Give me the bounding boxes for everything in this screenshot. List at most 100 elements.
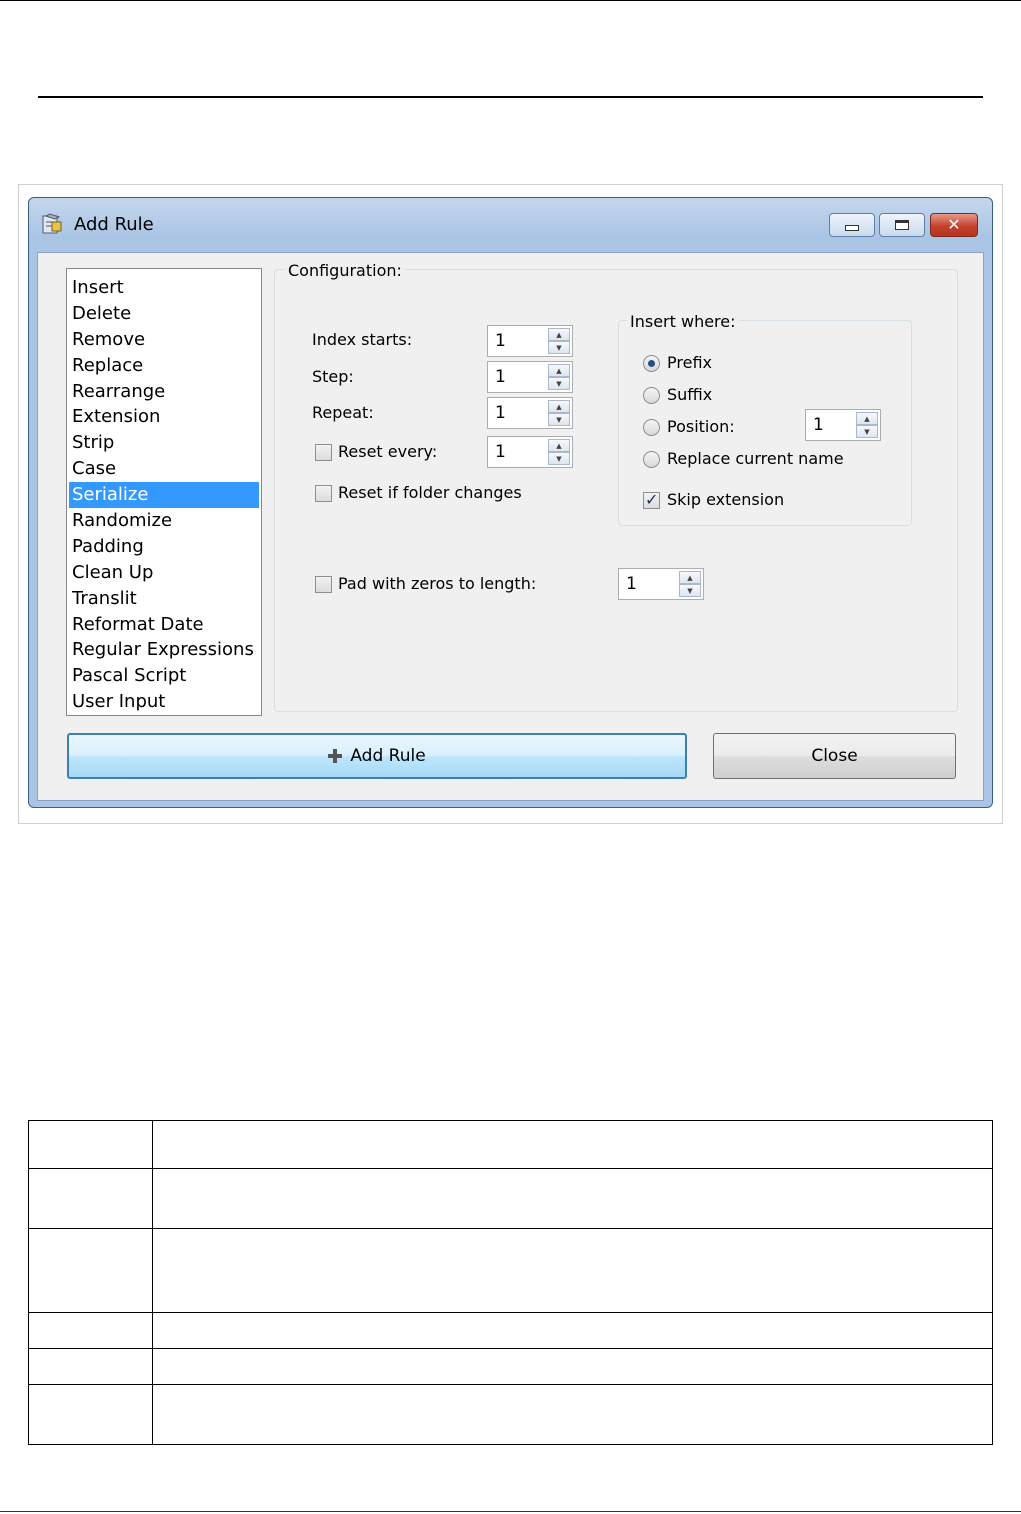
spin-up-icon[interactable]: ▲ (548, 439, 570, 452)
table-row (28, 1384, 993, 1445)
minimize-button[interactable] (829, 213, 875, 237)
position-value: 1 (813, 415, 824, 435)
rule-list-item[interactable]: Insert (67, 275, 261, 301)
add-rule-button-label: Add Rule (350, 746, 426, 766)
close-button-label: Close (811, 746, 858, 766)
title-bar[interactable]: Add Rule ✕ (29, 198, 992, 252)
table-cell (28, 1228, 153, 1313)
reset-every-value: 1 (495, 442, 506, 462)
rule-list-item[interactable]: Padding (67, 534, 261, 560)
table-cell (28, 1312, 153, 1349)
repeat-spinner[interactable]: 1 ▲ ▼ (487, 397, 573, 429)
radio-selected-dot (648, 360, 655, 367)
repeat-label: Repeat: (312, 403, 374, 422)
prefix-label: Prefix (667, 353, 712, 372)
spin-down-icon[interactable]: ▼ (856, 425, 878, 438)
checkmark-icon: ✓ (645, 490, 659, 509)
rule-list-item[interactable]: Regular Expressions (67, 637, 261, 663)
index-starts-spinner[interactable]: 1 ▲ ▼ (487, 325, 573, 357)
rule-list-item[interactable]: Clean Up (67, 560, 261, 586)
minimize-icon (845, 225, 859, 231)
step-value: 1 (495, 367, 506, 387)
spin-up-icon[interactable]: ▲ (548, 328, 570, 341)
reset-folder-checkbox[interactable] (315, 485, 332, 502)
reset-every-label: Reset every: (338, 442, 438, 461)
spin-up-icon[interactable]: ▲ (856, 412, 878, 425)
replace-current-label: Replace current name (667, 449, 844, 468)
rule-list-item[interactable]: Pascal Script (67, 663, 261, 689)
rule-list-item[interactable]: Remove (67, 327, 261, 353)
window-title: Add Rule (74, 214, 154, 235)
table-row (28, 1168, 993, 1229)
dialog-client-area: Insert Delete Remove Replace Rearrange Extens… (37, 252, 984, 801)
add-rule-button[interactable]: Add Rule (67, 733, 687, 779)
pad-zeros-label: Pad with zeros to length: (338, 574, 537, 593)
table-cell (152, 1384, 993, 1445)
table-cell (28, 1348, 153, 1385)
rule-list-item[interactable]: Translit (67, 586, 261, 612)
table-row (28, 1312, 993, 1349)
document-table (28, 1120, 993, 1445)
spin-down-icon[interactable]: ▼ (679, 584, 701, 597)
insert-where-group: Insert where: Prefix Suffix Position: 1 … (618, 312, 912, 526)
pad-zeros-checkbox[interactable] (315, 576, 332, 593)
close-window-button[interactable]: ✕ (930, 213, 978, 237)
rule-list-item[interactable]: Case (67, 456, 261, 482)
step-spinner[interactable]: 1 ▲ ▼ (487, 361, 573, 393)
rule-list-item[interactable]: Rearrange (67, 379, 261, 405)
rule-list-item[interactable]: Strip (67, 430, 261, 456)
position-label: Position: (667, 417, 735, 436)
spin-down-icon[interactable]: ▼ (548, 452, 570, 465)
configuration-legend: Configuration: (285, 261, 405, 281)
rule-list-item[interactable]: User Input (67, 689, 261, 715)
repeat-value: 1 (495, 403, 506, 423)
reset-every-spinner[interactable]: 1 ▲ ▼ (487, 436, 573, 468)
rule-list-item[interactable]: Serialize (69, 482, 259, 509)
close-icon: ✕ (947, 215, 961, 234)
page-top-line (0, 0, 1021, 1)
table-cell (28, 1168, 153, 1229)
table-cell (152, 1120, 993, 1169)
table-cell (28, 1120, 153, 1169)
suffix-label: Suffix (667, 385, 713, 404)
reset-folder-label: Reset if folder changes (338, 483, 522, 502)
position-radio[interactable] (643, 419, 660, 436)
rule-list-item[interactable]: Delete (67, 301, 261, 327)
spin-down-icon[interactable]: ▼ (548, 377, 570, 390)
spin-up-icon[interactable]: ▲ (548, 364, 570, 377)
spin-down-icon[interactable]: ▼ (548, 413, 570, 426)
reset-every-checkbox[interactable] (315, 444, 332, 461)
skip-extension-checkbox[interactable]: ✓ (643, 490, 660, 509)
page-header-rule (38, 96, 983, 98)
index-starts-value: 1 (495, 331, 506, 351)
skip-extension-label: Skip extension (667, 490, 785, 509)
add-rule-dialog: Add Rule ✕ Insert Delete Remove Replace Rear… (28, 197, 993, 808)
spin-up-icon[interactable]: ▲ (679, 571, 701, 584)
close-button[interactable]: Close (713, 733, 956, 779)
table-cell (152, 1168, 993, 1229)
prefix-radio[interactable] (643, 355, 660, 372)
replace-current-radio[interactable] (643, 451, 660, 468)
step-label: Step: (312, 367, 354, 386)
insert-where-legend: Insert where: (627, 312, 739, 332)
table-row (28, 1120, 993, 1169)
pad-zeros-value: 1 (626, 574, 637, 594)
spin-down-icon[interactable]: ▼ (548, 341, 570, 354)
rule-list-item[interactable]: Randomize (67, 508, 261, 534)
position-spinner[interactable]: 1 ▲ ▼ (805, 409, 881, 441)
maximize-icon (895, 220, 909, 230)
table-cell (28, 1384, 153, 1445)
maximize-button[interactable] (879, 213, 925, 237)
rule-list-item[interactable]: Extension (67, 404, 261, 430)
table-row (28, 1348, 993, 1385)
suffix-radio[interactable] (643, 387, 660, 404)
spin-up-icon[interactable]: ▲ (548, 400, 570, 413)
rule-list[interactable]: Insert Delete Remove Replace Rearrange Extens… (66, 268, 262, 716)
rule-list-item[interactable]: Reformat Date (67, 612, 261, 638)
table-cell (152, 1312, 993, 1349)
table-cell (152, 1228, 993, 1313)
page-bottom-line (0, 1511, 1021, 1512)
index-starts-label: Index starts: (312, 330, 413, 349)
pad-zeros-spinner[interactable]: 1 ▲ ▼ (618, 568, 704, 600)
rule-list-item[interactable]: Replace (67, 353, 261, 379)
